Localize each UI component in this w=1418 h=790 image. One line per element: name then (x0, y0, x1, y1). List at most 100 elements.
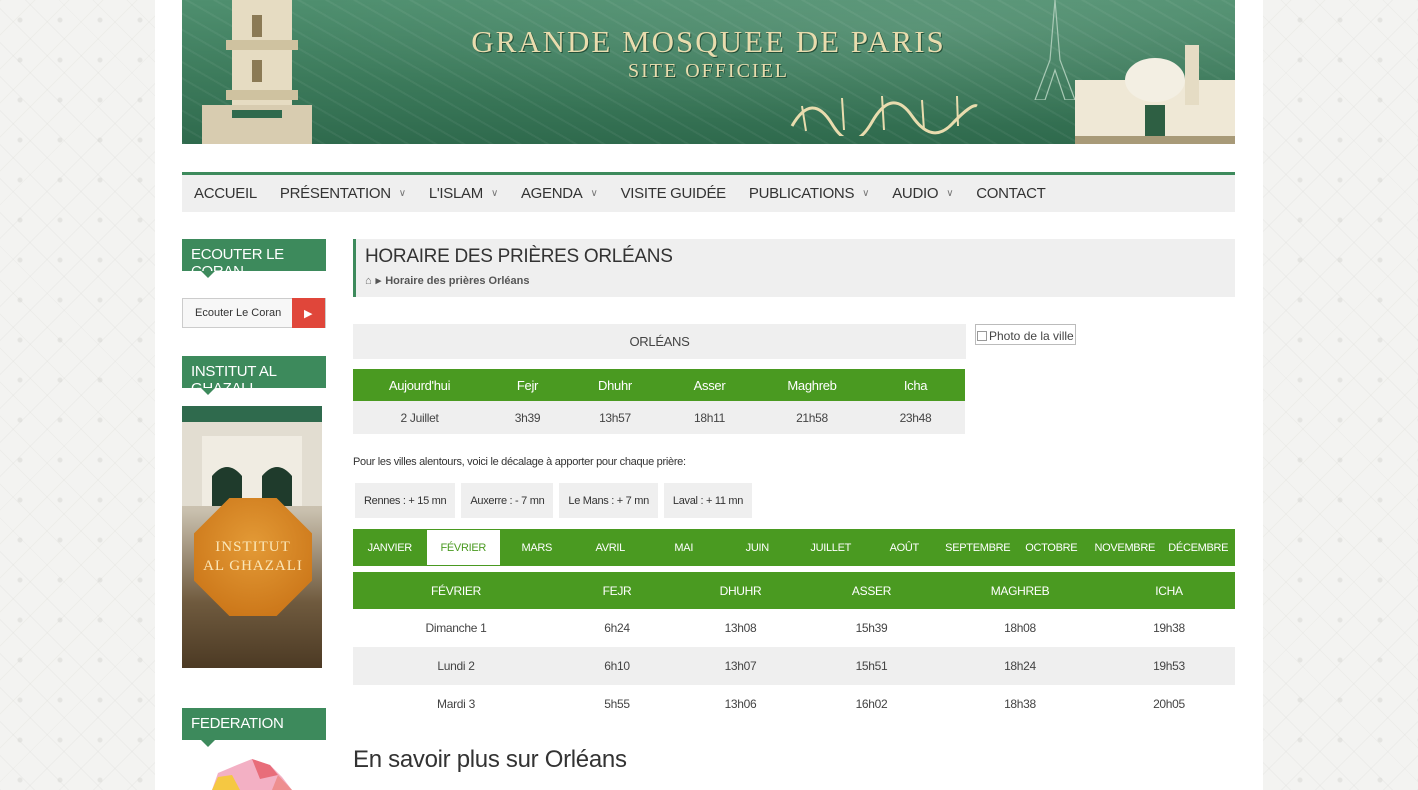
nav-item-3[interactable]: AGENDA ∨ (521, 185, 598, 202)
nearby-city-chip: Auxerre : - 7 mn (461, 483, 554, 518)
monthly-header-cell: ASSER (806, 572, 937, 609)
month-tabs: JANVIER FÉVRIER MARS AVRIL MAI JUIN JUILLET AOÛ… (353, 529, 1235, 566)
monthly-cell: 20h05 (1103, 685, 1235, 723)
nav-item-7[interactable]: CONTACT (976, 185, 1046, 202)
page-header: HORAIRE DES PRIÈRES ORLÉANS ⌂ ▸ Horaire … (353, 239, 1235, 297)
table-row: Dimanche 1 6h24 13h08 15h39 18h08 19h38 (353, 609, 1235, 647)
tab-month-2[interactable]: MARS (500, 529, 574, 566)
nearby-cities-list: Rennes : + 15 mn Auxerre : - 7 mn Le Mans … (353, 483, 753, 518)
nav-item-label: PRÉSENTATION (279, 185, 391, 202)
tab-month-3[interactable]: AVRIL (574, 529, 648, 566)
tab-month-7[interactable]: AOÛT (868, 529, 942, 566)
listen-coran-button[interactable]: Ecouter Le Coran ▶ (182, 298, 326, 328)
monthly-cell: Dimanche 1 (353, 609, 559, 647)
page-title: HORAIRE DES PRIÈRES ORLÉANS (365, 246, 673, 267)
sidebar-heading-federation: FEDERATION (182, 708, 326, 747)
today-cell: 21h58 (758, 401, 866, 434)
tab-month-5[interactable]: JUIN (721, 529, 795, 566)
calligraphy-ornament (790, 95, 978, 136)
nav-item-4[interactable]: VISITE GUIDÉE (621, 185, 727, 202)
monthly-cell: 13h08 (675, 609, 806, 647)
tab-month-9[interactable]: OCTOBRE (1015, 529, 1089, 566)
nearby-city-chip: Le Mans : + 7 mn (559, 483, 658, 518)
today-cell: 2 Juillet (353, 401, 486, 434)
today-header-cell: Fejr (486, 369, 569, 401)
today-header-cell: Icha (866, 369, 965, 401)
today-cell: 18h11 (661, 401, 758, 434)
tab-month-0[interactable]: JANVIER (353, 529, 427, 566)
federation-map[interactable] (182, 755, 326, 790)
breadcrumb: ⌂ ▸ Horaire des prières Orléans (365, 274, 1235, 288)
banner-subtitle: SITE OFFICIEL (628, 60, 789, 82)
monthly-cell: 13h07 (675, 647, 806, 685)
nearby-city-chip: Laval : + 11 mn (663, 483, 753, 518)
today-cell: 23h48 (866, 401, 965, 434)
monthly-cell: 19h53 (1103, 647, 1235, 685)
monthly-cell: Lundi 2 (353, 647, 559, 685)
institut-logo-line1: INSTITUT (215, 539, 291, 555)
monthly-cell: 15h51 (806, 647, 937, 685)
nav-item-2[interactable]: L'ISLAM ∨ (429, 185, 498, 202)
nav-item-5[interactable]: PUBLICATIONS ∨ (748, 185, 870, 202)
nav-item-0[interactable]: ACCUEIL (194, 185, 257, 202)
site-banner[interactable]: GRANDE MOSQUEE DE PARIS SITE OFFICIEL (182, 0, 1235, 144)
nearby-city-chip: Rennes : + 15 mn (355, 483, 456, 518)
chevron-down-icon: ∨ (862, 188, 870, 199)
today-cell: 13h57 (569, 401, 661, 434)
today-header-cell: Dhuhr (569, 369, 661, 401)
play-icon[interactable]: ▶ (291, 298, 325, 328)
tab-month-4[interactable]: MAI (647, 529, 721, 566)
tab-month-11[interactable]: DÉCEMBRE (1162, 529, 1236, 566)
nav-item-label: ACCUEIL (194, 185, 257, 202)
monthly-cell: 13h06 (675, 685, 806, 723)
building-illustration (182, 406, 322, 506)
nav-item-label: L'ISLAM (428, 185, 483, 202)
tab-month-10[interactable]: NOVEMBRE (1088, 529, 1162, 566)
nav-item-label: CONTACT (976, 185, 1046, 202)
home-icon[interactable]: ⌂ (365, 275, 372, 287)
main-nav: ACCUEIL PRÉSENTATION ∨ L'ISLAM ∨ AGENDA ∨ VISIT… (182, 172, 1235, 212)
monthly-cell: 6h24 (559, 609, 675, 647)
today-header-cell: Maghreb (758, 369, 866, 401)
monthly-header-cell: ICHA (1103, 572, 1235, 609)
monthly-header-cell: FÉVRIER (353, 572, 559, 609)
more-about-title: En savoir plus sur Orléans (353, 746, 627, 773)
tab-month-6[interactable]: JUILLET (794, 529, 868, 566)
breadcrumb-separator-icon: ▸ (375, 275, 382, 287)
page-wrapper: GRANDE MOSQUEE DE PARIS SITE OFFICIEL AC… (155, 0, 1263, 790)
monthly-prayer-table: FÉVRIER FEJR DHUHR ASSER MAGHREB ICHA Dimanch… (353, 572, 1235, 723)
today-cell: 3h39 (486, 401, 569, 434)
tab-month-8[interactable]: SEPTEMBRE (941, 529, 1015, 566)
tab-month-1[interactable]: FÉVRIER (426, 530, 500, 565)
today-header-cell: Aujourd'hui (353, 369, 486, 401)
monthly-cell: 18h08 (937, 609, 1103, 647)
chevron-down-icon: ∨ (490, 188, 498, 199)
sidebar-heading-coran: ECOUTER LE CORAN (182, 239, 326, 280)
monthly-cell: 18h24 (937, 647, 1103, 685)
broken-image-icon (977, 331, 987, 341)
institut-logo-line2: AL GHAZALI (203, 558, 303, 574)
monthly-header-cell: MAGHREB (937, 572, 1103, 609)
nearby-cities-note: Pour les villes alentours, voici le déca… (353, 456, 686, 468)
institut-al-ghazali-banner[interactable]: INSTITUT AL GHAZALI (182, 406, 322, 668)
table-row: Lundi 2 6h10 13h07 15h51 18h24 19h53 (353, 647, 1235, 685)
city-photo-alt: Photo de la ville (989, 329, 1074, 343)
nav-item-1[interactable]: PRÉSENTATION ∨ (280, 185, 406, 202)
listen-coran-label: Ecouter Le Coran (195, 307, 282, 319)
monthly-header-cell: DHUHR (675, 572, 806, 609)
today-prayer-table: Aujourd'hui Fejr Dhuhr Asser Maghreb Icha 2 J… (353, 369, 965, 434)
monthly-cell: 16h02 (806, 685, 937, 723)
sidebar-heading-institut: INSTITUT AL GHAZALI (182, 356, 326, 397)
nav-item-6[interactable]: AUDIO ∨ (892, 185, 953, 202)
nav-item-label: AGENDA (520, 185, 583, 202)
nav-item-label: PUBLICATIONS (748, 185, 855, 202)
monthly-header-cell: FEJR (559, 572, 675, 609)
monthly-cell: 6h10 (559, 647, 675, 685)
monthly-cell: 5h55 (559, 685, 675, 723)
monthly-cell: 19h38 (1103, 609, 1235, 647)
nav-item-label: AUDIO (892, 185, 939, 202)
city-photo: Photo de la ville (975, 324, 1076, 345)
city-name: ORLÉANS (353, 324, 966, 359)
chevron-down-icon: ∨ (590, 188, 598, 199)
table-row: Mardi 3 5h55 13h06 16h02 18h38 20h05 (353, 685, 1235, 723)
